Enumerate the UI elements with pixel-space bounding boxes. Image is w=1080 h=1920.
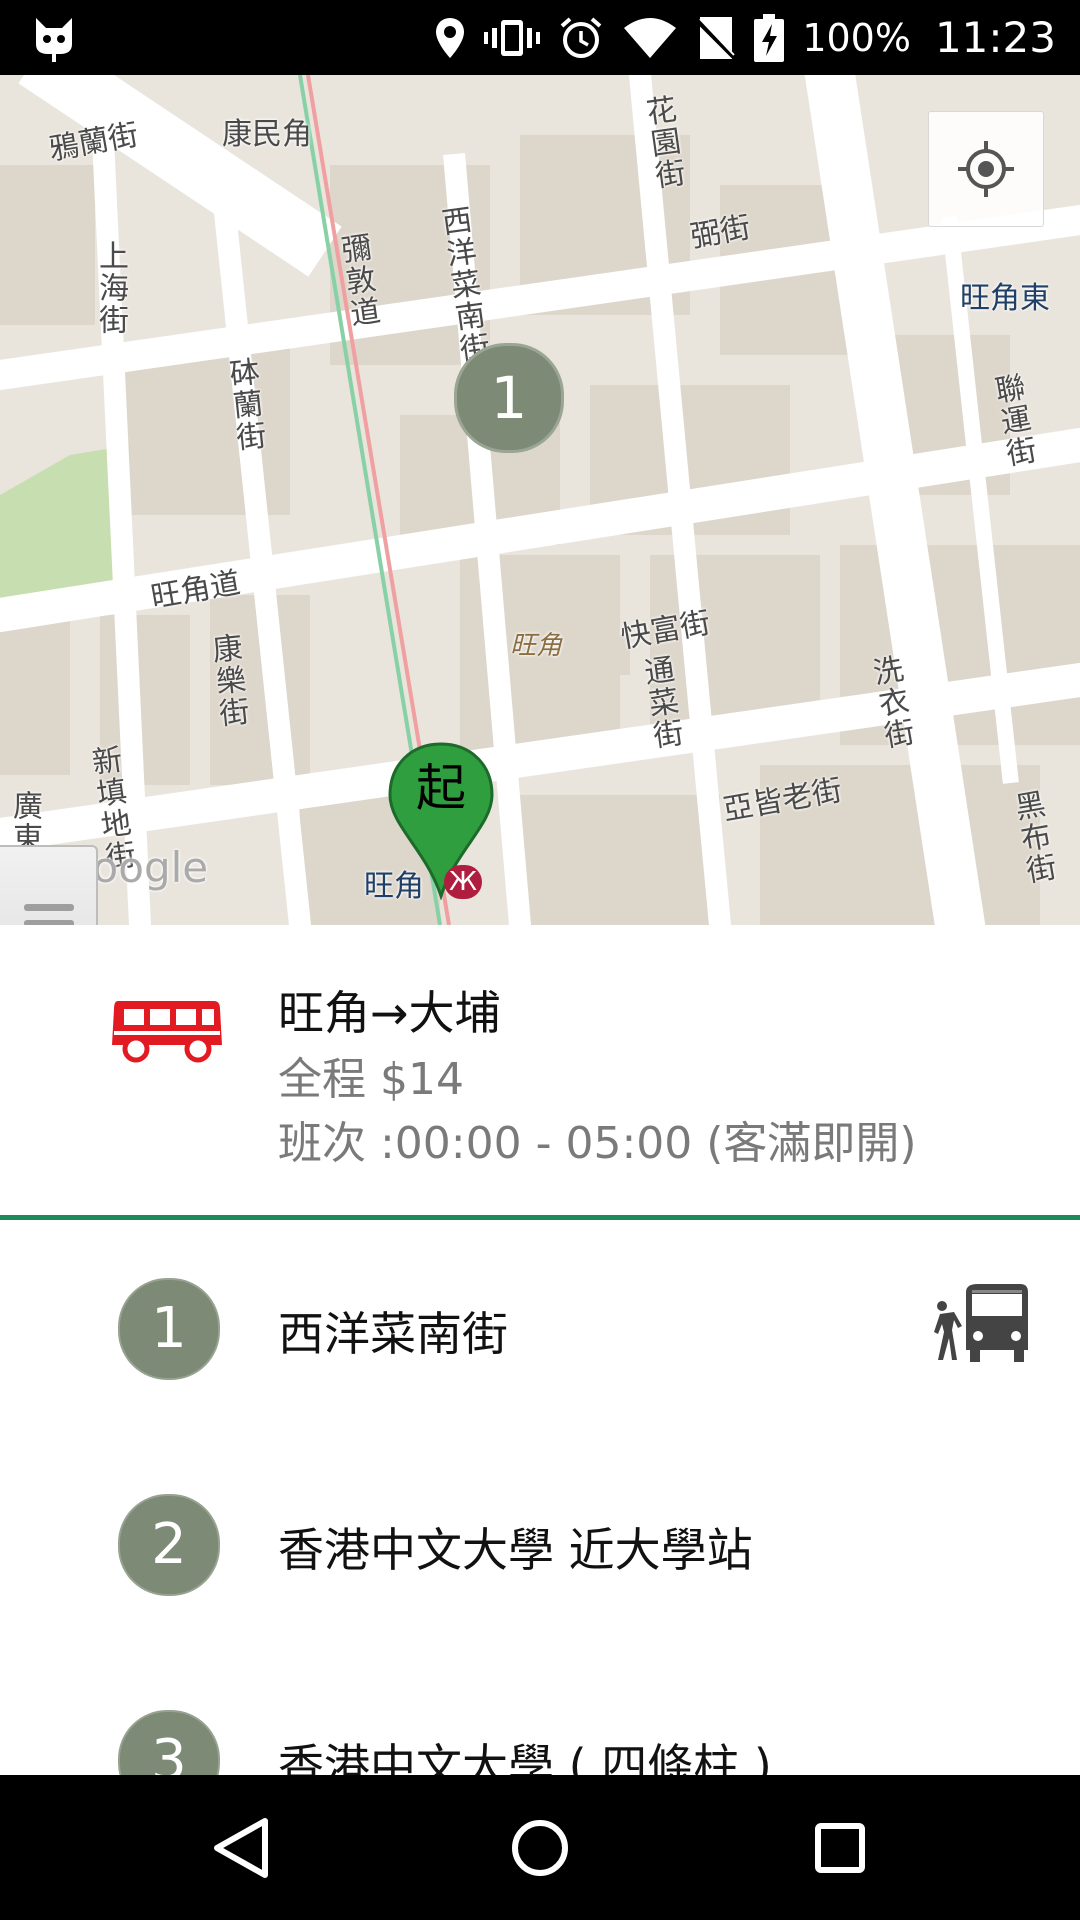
location-icon xyxy=(436,17,465,58)
map-stop-marker[interactable]: 1 xyxy=(454,343,564,453)
map-label: 康民角 xyxy=(222,117,312,152)
stop-name: 香港中文大學 近大學站 xyxy=(278,1523,753,1577)
list-item[interactable]: 2 香港中文大學 近大學站 xyxy=(0,1436,1080,1652)
stop-number-badge: 3 xyxy=(118,1710,220,1775)
home-button[interactable] xyxy=(460,1775,620,1920)
my-location-button[interactable] xyxy=(928,111,1044,227)
map-view[interactable]: 鴉蘭街 康民角 上海街 彌敦道 西洋菜南街 花園街 弼街 旺角東 聯運街 砵蘭街… xyxy=(0,75,1080,925)
stop-number-badge: 2 xyxy=(118,1494,220,1596)
home-circle-icon xyxy=(512,1819,568,1876)
handle-line xyxy=(24,904,74,911)
back-button[interactable] xyxy=(160,1775,320,1920)
mtr-station-icon: Ж xyxy=(444,865,482,899)
list-item[interactable]: 3 香港中文大學 ( 四條柱 ) xyxy=(0,1652,1080,1775)
route-fare: 全程 $14 xyxy=(278,1054,464,1105)
walk-to-bus-icon[interactable] xyxy=(930,1280,1030,1364)
recents-square-icon xyxy=(815,1822,865,1873)
navigation-bar xyxy=(0,1775,1080,1920)
alarm-icon xyxy=(560,16,602,58)
map-label: 旺角東 xyxy=(960,281,1050,316)
map-label: 旺角 xyxy=(510,631,563,661)
status-bar: 100% 11:23 xyxy=(0,0,1080,75)
clock: 11:23 xyxy=(934,13,1056,62)
minibus-icon xyxy=(112,1001,222,1063)
list-item[interactable]: 1 西洋菜南街 xyxy=(0,1220,1080,1436)
route-info-card: 旺角→大埔 全程 $14 班次 :00:00 - 05:00 (客滿即開) xyxy=(0,925,1080,1215)
stop-name: 香港中文大學 ( 四條柱 ) xyxy=(278,1739,772,1775)
battery-percent: 100% xyxy=(802,15,911,60)
battery-charging-icon xyxy=(754,13,785,62)
screen: 100% 11:23 鴉蘭街 康民角 上海街 彌敦道 西洋菜南街 花園街 弼街 … xyxy=(0,0,1080,1920)
stop-number-badge: 1 xyxy=(118,1278,220,1380)
stop-name: 西洋菜南街 xyxy=(278,1307,508,1361)
map-label: 上海街 xyxy=(93,240,128,336)
recents-button[interactable] xyxy=(760,1775,920,1920)
wifi-icon xyxy=(624,17,677,58)
vibrate-icon xyxy=(484,19,541,56)
back-triangle-icon xyxy=(214,1817,268,1878)
start-pin-label: 起 xyxy=(416,759,466,817)
stop-list[interactable]: 1 西洋菜南街 2 香港中文大學 近大學站 3 香港中文大學 ( 四條柱 ) xyxy=(0,1220,1080,1775)
route-schedule: 班次 :00:00 - 05:00 (客滿即開) xyxy=(278,1118,917,1169)
my-location-icon xyxy=(958,141,1014,197)
map-streets xyxy=(0,75,1080,925)
cat-notification-icon xyxy=(36,18,72,62)
route-title: 旺角→大埔 xyxy=(278,986,501,1040)
no-sim-icon xyxy=(696,16,737,59)
